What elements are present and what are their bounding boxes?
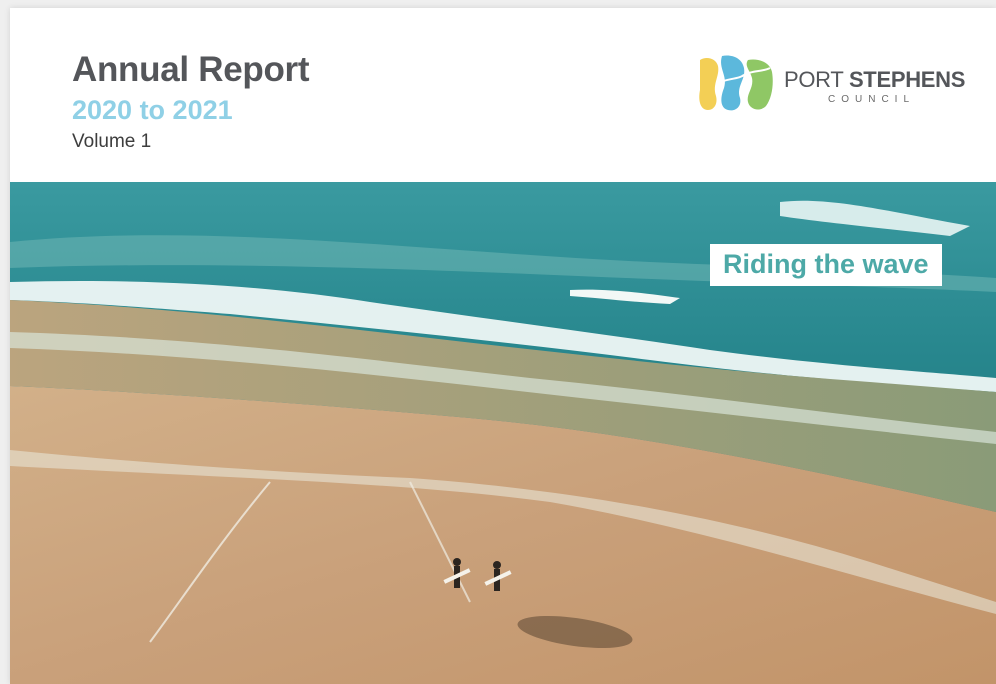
council-name-bold: STEPHENS	[848, 67, 966, 92]
cover-tagline: Riding the wave	[710, 244, 942, 286]
council-name: PORT STEPHENS	[784, 67, 965, 93]
council-logo: PORT STEPHENS COUNCIL	[696, 54, 966, 114]
report-cover: Annual Report 2020 to 2021 Volume 1 PORT…	[10, 8, 996, 684]
report-title: Annual Report	[72, 50, 310, 89]
cover-header: Annual Report 2020 to 2021 Volume 1 PORT…	[10, 8, 996, 182]
council-name-regular: PORT	[784, 67, 849, 92]
port-stephens-wave-logo-icon	[699, 55, 773, 111]
report-years: 2020 to 2021	[72, 95, 233, 125]
report-volume: Volume 1	[72, 131, 152, 152]
council-sub: COUNCIL	[828, 94, 916, 105]
